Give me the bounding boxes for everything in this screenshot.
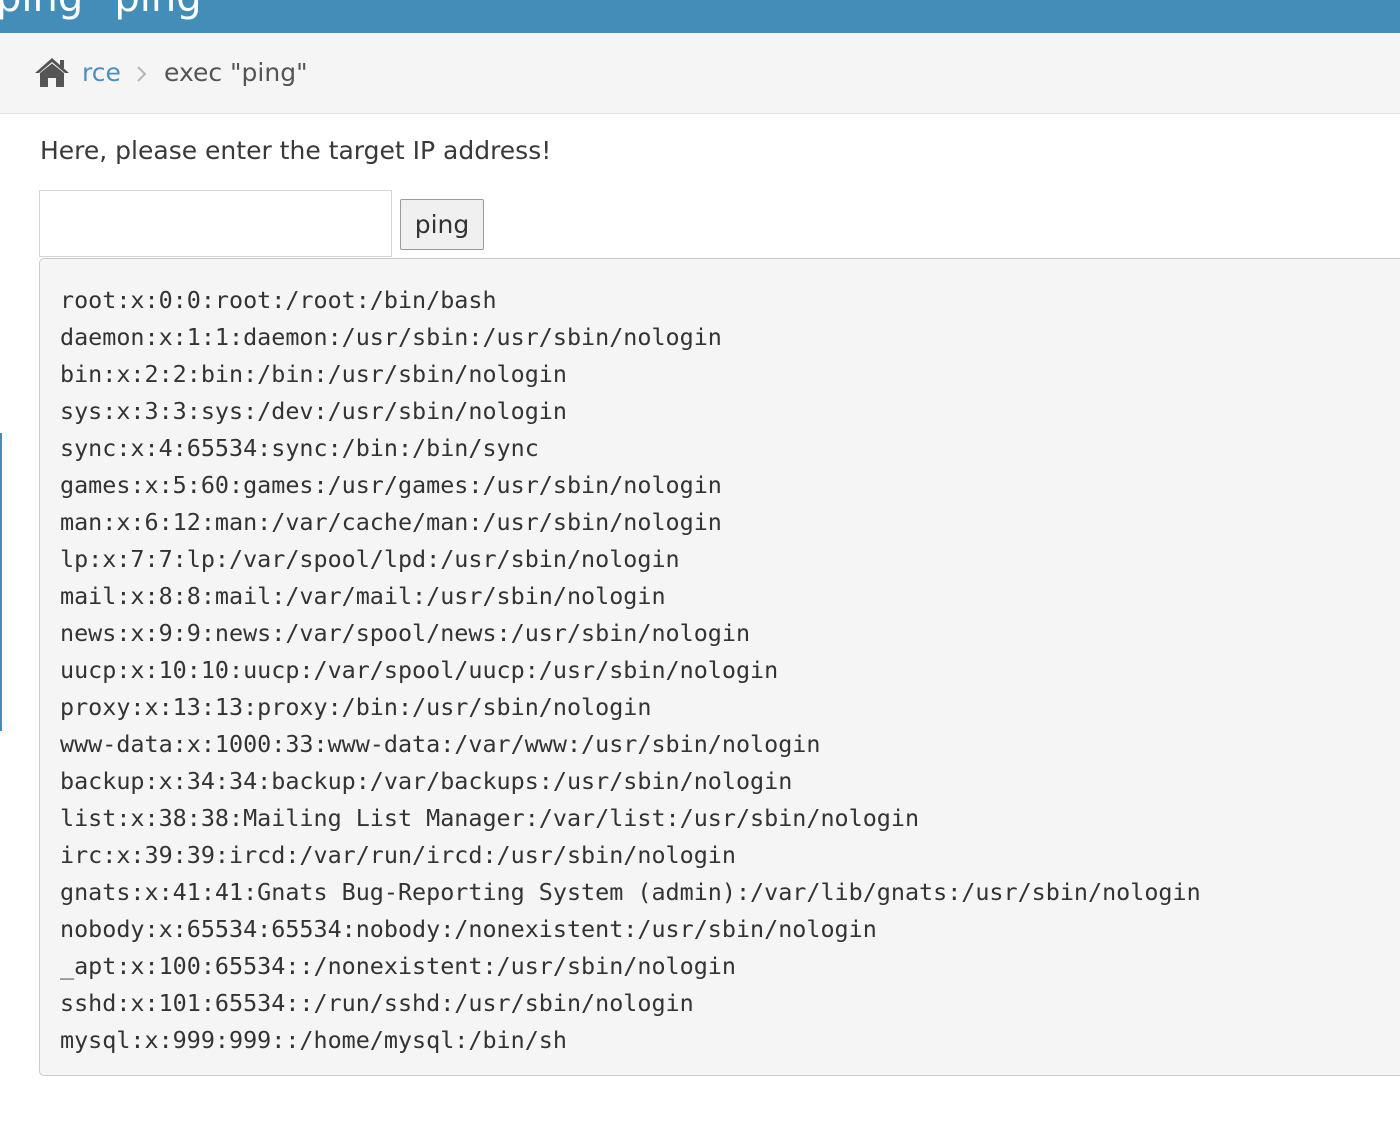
- top-header-bar: ping "ping": [0, 0, 1400, 33]
- output-line: proxy:x:13:13:proxy:/bin:/usr/sbin/nolog…: [60, 693, 652, 721]
- output-line: mysql:x:999:999::/home/mysql:/bin/sh: [60, 1026, 567, 1054]
- output-line: nobody:x:65534:65534:nobody:/nonexistent…: [60, 915, 877, 943]
- output-line: daemon:x:1:1:daemon:/usr/sbin:/usr/sbin/…: [60, 323, 722, 351]
- output-line: root:x:0:0:root:/root:/bin/bash: [60, 286, 497, 314]
- output-line: _apt:x:100:65534::/nonexistent:/usr/sbin…: [60, 952, 736, 980]
- output-line: news:x:9:9:news:/var/spool/news:/usr/sbi…: [60, 619, 751, 647]
- output-line: sync:x:4:65534:sync:/bin:/bin/sync: [60, 434, 539, 462]
- output-line: sys:x:3:3:sys:/dev:/usr/sbin/nologin: [60, 397, 567, 425]
- ping-button[interactable]: ping: [400, 199, 484, 250]
- output-line: list:x:38:38:Mailing List Manager:/var/l…: [60, 804, 920, 832]
- output-line: games:x:5:60:games:/usr/games:/usr/sbin/…: [60, 471, 722, 499]
- output-line: sshd:x:101:65534::/run/sshd:/usr/sbin/no…: [60, 989, 694, 1017]
- ip-address-input[interactable]: [39, 190, 392, 257]
- breadcrumb-current: exec "ping": [164, 58, 308, 87]
- output-line: mail:x:8:8:mail:/var/mail:/usr/sbin/nolo…: [60, 582, 666, 610]
- chevron-right-icon: [134, 62, 150, 86]
- output-line: bin:x:2:2:bin:/bin:/usr/sbin/nologin: [60, 360, 567, 388]
- output-line: gnats:x:41:41:Gnats Bug-Reporting System…: [60, 878, 1201, 906]
- output-line: uucp:x:10:10:uucp:/var/spool/uucp:/usr/s…: [60, 656, 779, 684]
- output-line: irc:x:39:39:ircd:/var/run/ircd:/usr/sbin…: [60, 841, 736, 869]
- ip-prompt-label: Here, please enter the target IP address…: [40, 136, 552, 165]
- output-line: lp:x:7:7:lp:/var/spool/lpd:/usr/sbin/nol…: [60, 545, 680, 573]
- sidebar-edge: [0, 433, 2, 731]
- command-output: root:x:0:0:root:/root:/bin/bash daemon:x:…: [39, 258, 1400, 1076]
- output-line: man:x:6:12:man:/var/cache/man:/usr/sbin/…: [60, 508, 722, 536]
- page-header-title: ping "ping": [0, 0, 220, 18]
- output-line: www-data:x:1000:33:www-data:/var/www:/us…: [60, 730, 821, 758]
- home-icon[interactable]: [34, 56, 70, 88]
- output-line: backup:x:34:34:backup:/var/backups:/usr/…: [60, 767, 793, 795]
- breadcrumb-link-rce[interactable]: rce: [82, 57, 121, 89]
- breadcrumb: rce exec "ping": [0, 33, 1400, 114]
